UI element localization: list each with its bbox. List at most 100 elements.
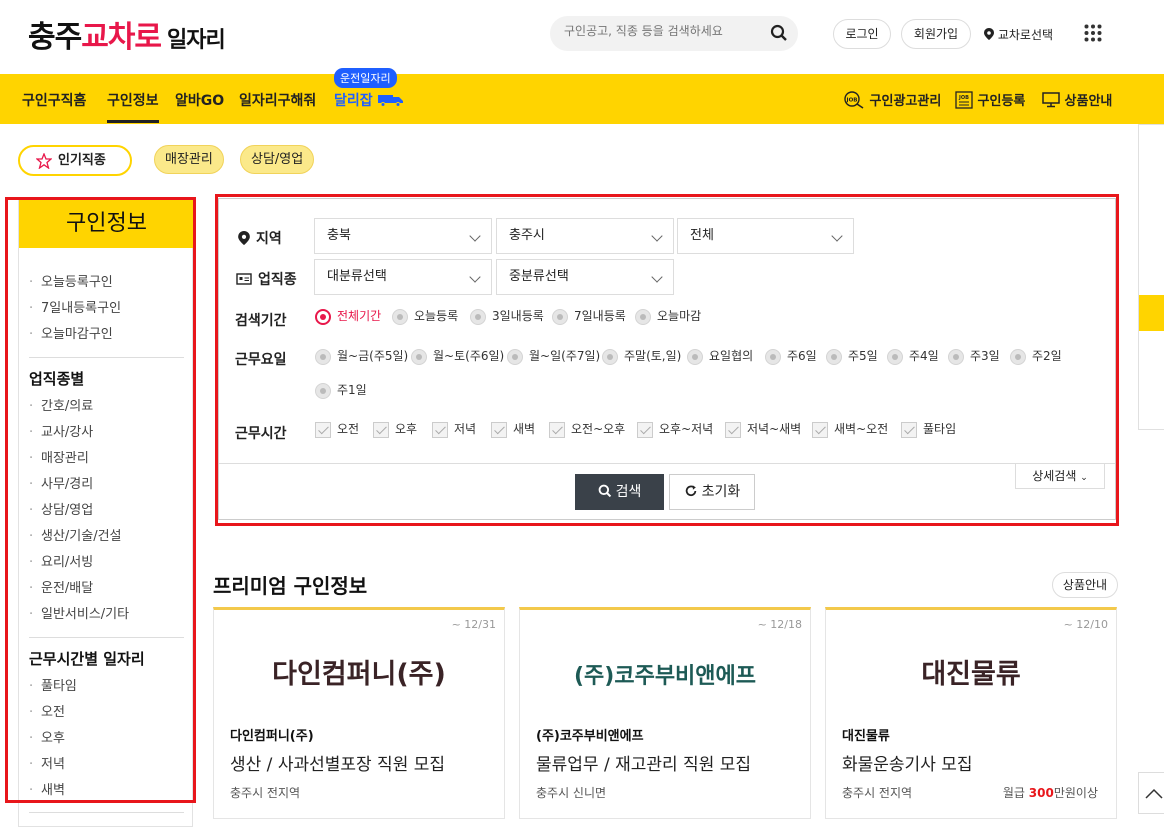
days-option[interactable]: 월~토(주6일) [411, 348, 504, 365]
company-logo: 대진물류 [921, 659, 1021, 690]
chevron-down-icon [469, 271, 481, 283]
svg-text:JOB: JOB [846, 98, 858, 104]
minor-category-select[interactable]: 중분류선택 [496, 259, 674, 295]
nav-item-dalijab[interactable]: 달리잡 [334, 90, 404, 110]
period-option[interactable]: 오늘등록 [392, 308, 458, 325]
job-title: 화물운송기사 모집 [842, 755, 973, 775]
time-option[interactable]: 오전~오후 [549, 421, 625, 438]
reset-button[interactable]: 초기화 [669, 474, 755, 510]
days-option[interactable]: 주2일 [1010, 348, 1062, 365]
star-icon [36, 153, 52, 169]
period-option[interactable]: 전체기간 [315, 308, 381, 325]
search-icon [598, 484, 611, 498]
premium-section-title: 프리미엄 구인정보 [213, 574, 368, 598]
logo-part1: 충주 [28, 20, 82, 55]
search-box [550, 16, 798, 51]
job-card[interactable]: ~ 12/10 대진물류 대진물류 화물운송기사 모집 충주시 전지역 월급 3… [825, 607, 1117, 819]
checkbox [315, 421, 331, 438]
search-input[interactable] [564, 24, 764, 38]
nav-item-home[interactable]: 구인구직홈 [22, 90, 86, 110]
period-label: 검색기간 [235, 313, 287, 329]
radio [392, 308, 408, 325]
checkbox [491, 421, 507, 438]
login-button[interactable]: 로그인 [833, 19, 891, 49]
grid-menu-icon[interactable] [1084, 24, 1102, 42]
id-card-icon [236, 273, 252, 285]
days-option[interactable]: 주4일 [887, 348, 939, 365]
job-card[interactable]: ~ 12/18 (주)코주부비앤에프 (주)코주부비앤에프 물류업무 / 재고관… [519, 607, 811, 819]
time-option[interactable]: 오후 [373, 421, 417, 438]
salary-amount: 300 [1028, 786, 1054, 800]
days-option[interactable]: 요일협의 [687, 348, 753, 365]
minor-category-value: 중분류선택 [509, 269, 569, 284]
product-info-button[interactable]: 상품안내 [1052, 572, 1118, 598]
province-select[interactable]: 충북 [314, 218, 492, 254]
salary: 월급 300만원이상 [1003, 784, 1098, 801]
chip-store-management[interactable]: 매장관리 [154, 145, 224, 174]
radio [635, 308, 651, 325]
nav-item-jobs[interactable]: 구인정보 [107, 90, 159, 123]
period-option[interactable]: 3일내등록 [470, 308, 544, 325]
days-option[interactable]: 주1일 [315, 382, 367, 399]
time-option[interactable]: 오후~저녁 [637, 421, 713, 438]
days-option[interactable]: 주3일 [948, 348, 1000, 365]
company-name: (주)코주부비앤에프 [536, 729, 644, 744]
popular-jobs-chip[interactable]: 인기직종 [18, 145, 132, 176]
time-option[interactable]: 저녁 [432, 421, 476, 438]
major-category-select[interactable]: 대분류선택 [314, 259, 492, 295]
chevron-down-icon [651, 271, 663, 283]
company-logo: 다인컴퍼니(주) [272, 659, 446, 690]
job-title: 물류업무 / 재고관리 직원 모집 [536, 755, 752, 775]
major-category-value: 대분류선택 [327, 269, 387, 284]
search-icon[interactable] [770, 24, 788, 42]
detail-search-button[interactable]: 상세검색 ⌄ [1015, 464, 1105, 489]
nav-ad-manage-label: 구인광고관리 [869, 94, 942, 109]
nav-item-albago[interactable]: 알바GO [175, 90, 224, 110]
location-select[interactable]: 교차로선택 [984, 26, 1053, 43]
time-option[interactable]: 저녁~새벽 [725, 421, 801, 438]
days-label: 근무요일 [235, 352, 287, 368]
industry-label: 업직종 [236, 269, 297, 289]
deadline-date: ~ 12/10 [1063, 618, 1108, 631]
radio-selected [315, 308, 331, 325]
nav-job-register-label: 구인등록 [977, 94, 1026, 109]
nav-job-register[interactable]: JOB 구인등록 [955, 90, 1025, 109]
site-logo[interactable]: 충주교차로 일자리 [28, 12, 226, 56]
detail-search-label: 상세검색 [1032, 469, 1077, 483]
chevron-down-icon: ⌄ [1080, 473, 1088, 483]
job-card[interactable]: ~ 12/31 다인컴퍼니(주) 다인컴퍼니(주) 생산 / 사과선별포장 직원… [213, 607, 505, 819]
industry-label-text: 업직종 [258, 272, 297, 288]
days-option[interactable]: 주말(토,일) [602, 348, 681, 365]
days-option[interactable]: 주6일 [765, 348, 817, 365]
checkbox [725, 421, 741, 438]
days-option[interactable]: 월~일(주7일) [507, 348, 600, 365]
time-option[interactable]: 오전 [315, 421, 359, 438]
days-option[interactable]: 주5일 [826, 348, 878, 365]
delivery-truck-icon [377, 95, 403, 107]
signup-button[interactable]: 회원가입 [901, 19, 971, 49]
nav-product-info-label: 상품안내 [1064, 94, 1113, 109]
side-quick-panel[interactable] [1138, 124, 1164, 430]
city-value: 충주시 [509, 228, 545, 243]
reset-button-label: 초기화 [701, 484, 741, 500]
period-option[interactable]: 오늘마감 [635, 308, 701, 325]
days-option[interactable]: 월~금(주5일) [315, 348, 408, 365]
job-location: 충주시 전지역 [842, 786, 913, 800]
search-button[interactable]: 검색 [575, 474, 664, 510]
nav-item-find-job[interactable]: 일자리구해줘 [239, 90, 316, 110]
scroll-top-button[interactable] [1138, 772, 1164, 814]
radio [602, 348, 618, 365]
time-option[interactable]: 풀타임 [901, 421, 956, 438]
radio [315, 382, 331, 399]
period-option[interactable]: 7일내등록 [552, 308, 626, 325]
nav-product-info[interactable]: 상품안내 [1042, 90, 1112, 109]
city-select[interactable]: 충주시 [496, 218, 674, 254]
nav-ad-manage[interactable]: JOB 구인광고관리 [843, 90, 941, 109]
checkbox [432, 421, 448, 438]
logo-part2: 교차로 [81, 20, 162, 55]
chip-consulting-sales[interactable]: 상담/영업 [240, 145, 315, 174]
time-option[interactable]: 새벽~오전 [812, 421, 888, 438]
district-select[interactable]: 전체 [677, 218, 854, 254]
radio [948, 348, 964, 365]
time-option[interactable]: 새벽 [491, 421, 535, 438]
